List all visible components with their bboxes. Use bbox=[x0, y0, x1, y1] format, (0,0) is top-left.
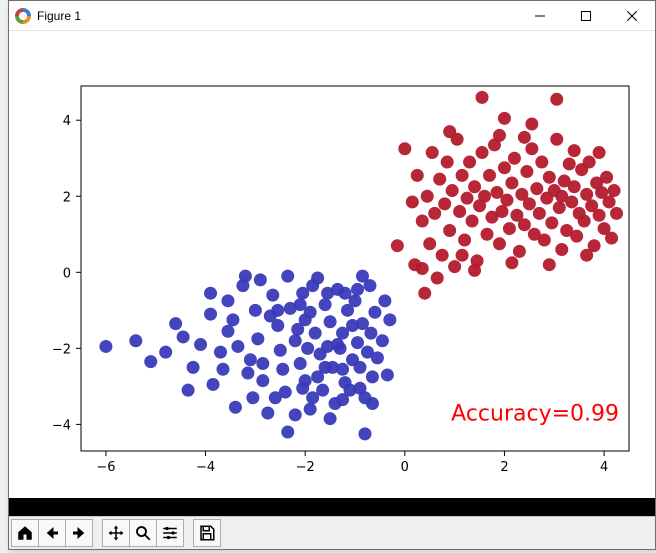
matplotlib-icon bbox=[15, 8, 31, 24]
svg-text:0: 0 bbox=[63, 266, 71, 281]
svg-text:2: 2 bbox=[500, 460, 508, 475]
arrow-left-icon bbox=[43, 524, 61, 542]
zoom-button[interactable] bbox=[129, 519, 157, 547]
svg-text:2: 2 bbox=[63, 190, 71, 205]
svg-text:−4: −4 bbox=[52, 418, 71, 433]
maximize-icon bbox=[581, 11, 591, 21]
close-button[interactable] bbox=[609, 1, 655, 31]
navigation-toolbar bbox=[9, 516, 655, 549]
minimize-button[interactable] bbox=[517, 1, 563, 31]
minimize-icon bbox=[535, 11, 545, 21]
title-bar[interactable]: Figure 1 bbox=[9, 1, 655, 31]
configure-button[interactable] bbox=[156, 519, 184, 547]
svg-text:−2: −2 bbox=[296, 460, 315, 475]
home-icon bbox=[16, 524, 34, 542]
status-strip bbox=[9, 498, 655, 516]
svg-text:0: 0 bbox=[401, 460, 409, 475]
pan-button[interactable] bbox=[102, 519, 130, 547]
figure-window: Figure 1 −6 −4 −2 0 2 4 −4 −2 0 2 4 Accuracy=0.99 bbox=[8, 0, 656, 550]
svg-text:Accuracy=0.99: Accuracy=0.99 bbox=[451, 402, 619, 427]
svg-text:4: 4 bbox=[600, 460, 608, 475]
back-button[interactable] bbox=[38, 519, 66, 547]
sliders-icon bbox=[161, 524, 179, 542]
move-icon bbox=[107, 524, 125, 542]
svg-text:4: 4 bbox=[63, 114, 71, 129]
svg-text:−4: −4 bbox=[196, 460, 215, 475]
home-button[interactable] bbox=[11, 519, 39, 547]
svg-text:−2: −2 bbox=[52, 342, 71, 357]
svg-text:−6: −6 bbox=[96, 460, 115, 475]
window-title: Figure 1 bbox=[37, 9, 81, 23]
arrow-right-icon bbox=[70, 524, 88, 542]
zoom-icon bbox=[134, 524, 152, 542]
close-icon bbox=[627, 11, 637, 21]
maximize-button[interactable] bbox=[563, 1, 609, 31]
forward-button[interactable] bbox=[65, 519, 93, 547]
save-icon bbox=[198, 524, 216, 542]
save-button[interactable] bbox=[193, 519, 221, 547]
plot-canvas[interactable]: −6 −4 −2 0 2 4 −4 −2 0 2 4 Accuracy=0.99 bbox=[9, 31, 655, 498]
